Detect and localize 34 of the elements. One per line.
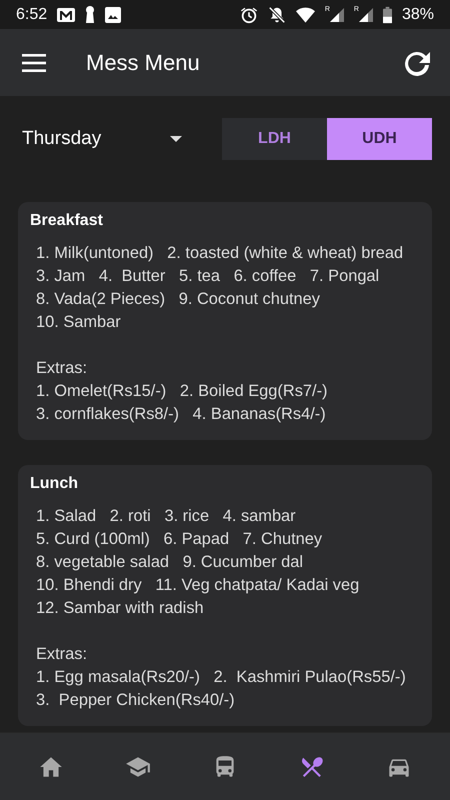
mail-icon <box>57 8 76 22</box>
signal-icon <box>330 8 344 22</box>
extras-line: 3. Pepper Chicken(Rs40/-) <box>35 690 236 711</box>
menu-line: 1. Salad 2. roti 3. rice 4. sambar <box>35 506 297 527</box>
menu-icon[interactable] <box>22 54 46 72</box>
hall-tab[interactable]: LDH <box>222 118 327 160</box>
signal-icon <box>358 8 373 22</box>
battery-icon <box>382 6 392 24</box>
extras-label: Extras: <box>35 358 88 379</box>
extras-line: 3. cornflakes(Rs8/-) 4. Bananas(Rs4/-) <box>35 404 327 425</box>
menu-line: 5. Curd (100ml) 6. Papad 7. Chutney <box>35 529 324 550</box>
meal-title: Breakfast <box>30 212 104 230</box>
battery-percent: 38% <box>402 6 434 24</box>
extras-label: Extras: <box>35 644 88 665</box>
extras-line: 1. Omelet(Rs15/-) 2. Boiled Egg(Rs7/-) <box>35 381 328 402</box>
menu-line: 10. Sambar <box>35 312 122 333</box>
wifi-icon <box>296 6 315 22</box>
caret-icon <box>170 136 182 142</box>
menu-line: 8. vegetable salad 9. Cucumber dal <box>35 552 304 573</box>
meal-title: Lunch <box>30 475 79 493</box>
menu-line: 1. Milk(untoned) 2. toasted (white & wheat) bread <box>35 243 404 264</box>
keyhole-icon <box>85 6 96 24</box>
app-title: Mess Menu <box>86 50 201 76</box>
bell-off-icon <box>268 6 286 24</box>
menu-line: 8. Vada(2 Pieces) 9. Coconut chutney <box>35 289 321 310</box>
image-icon <box>105 6 122 22</box>
extras-line: 1. Egg masala(Rs20/-) 2. Kashmiri Pulao(Rs55/-) <box>35 667 407 688</box>
menu-line: 12. Sambar with radish <box>35 598 205 619</box>
alarm-icon <box>240 6 258 24</box>
menu-line: 3. Jam 4. Butter 5. tea 6. coffee 7. Pongal <box>35 266 380 287</box>
day-dropdown[interactable]: Thursday <box>18 118 188 160</box>
hall-tab[interactable]: UDH <box>327 118 432 160</box>
menu-line: 10. Bhendi dry 11. Veg chatpata/ Kadai veg <box>35 575 360 596</box>
clock-time: 6:52 <box>16 6 48 24</box>
